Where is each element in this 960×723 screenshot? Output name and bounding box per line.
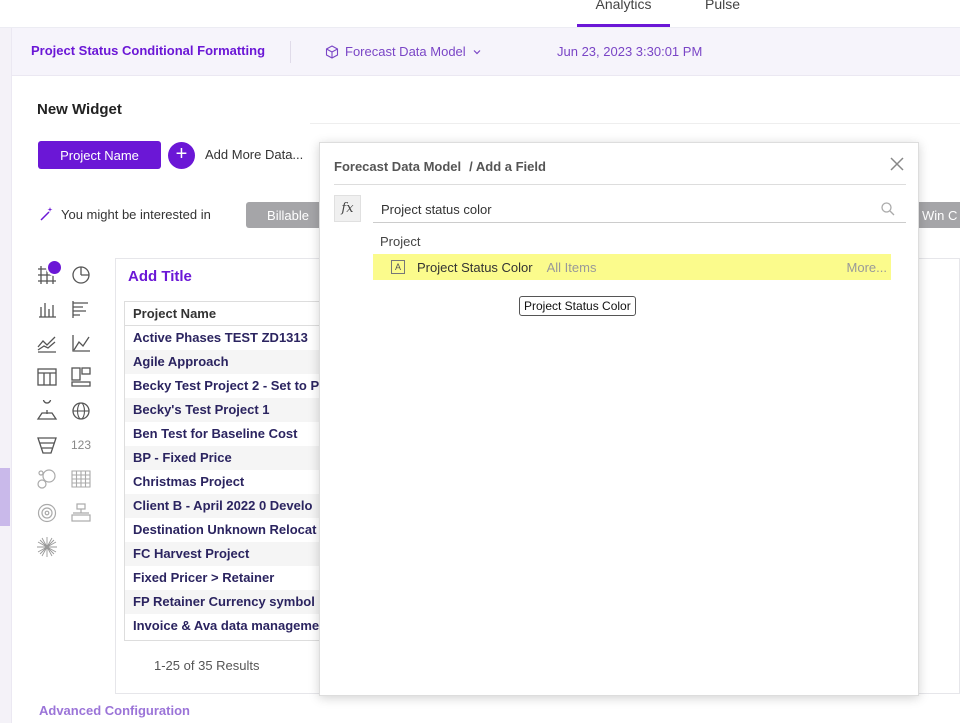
bar-chart-icon[interactable]: [68, 296, 94, 322]
search-icon: [881, 202, 895, 216]
chevron-down-icon: [473, 49, 481, 54]
heatmap-icon[interactable]: [68, 466, 94, 492]
table-row[interactable]: Client B - April 2022 0 Develo: [125, 494, 323, 518]
suggestions-label: You might be interested in: [38, 206, 211, 222]
cube-icon: [325, 44, 339, 59]
hierarchy-icon[interactable]: [68, 500, 94, 526]
area-chart-icon[interactable]: [68, 330, 94, 356]
top-navigation: Analytics Pulse: [0, 0, 960, 28]
data-model-selector[interactable]: Forecast Data Model: [325, 44, 482, 59]
dialog-model-name: Forecast Data Model: [334, 159, 462, 174]
column-chart-icon[interactable]: [34, 296, 60, 322]
add-more-data-link[interactable]: Add More Data...: [205, 147, 303, 162]
table-row[interactable]: Fixed Pricer > Retainer: [125, 566, 323, 590]
add-data-button[interactable]: +: [168, 142, 195, 169]
pie-chart-icon[interactable]: [68, 262, 94, 288]
add-field-dialog: Forecast Data Model / Add a Field fx Proj…: [319, 142, 919, 696]
funnel-icon[interactable]: [34, 432, 60, 458]
formula-button[interactable]: fx: [334, 195, 361, 222]
add-title-link[interactable]: Add Title: [128, 268, 192, 285]
table-row[interactable]: Agile Approach: [125, 350, 323, 374]
bubble-chart-icon[interactable]: [34, 466, 60, 492]
project-title[interactable]: Project Status Conditional Formatting: [31, 43, 265, 58]
divider: [310, 123, 960, 124]
field-result-item[interactable]: A Project Status Color All Items More...: [373, 254, 891, 280]
globe-icon[interactable]: [68, 398, 94, 424]
number-chart-icon[interactable]: 123: [68, 432, 94, 458]
field-scope: All Items: [546, 259, 597, 275]
field-name: Project Status Color: [417, 259, 533, 275]
kpi-card-icon[interactable]: [68, 364, 94, 390]
selected-indicator: [46, 259, 63, 276]
sidebar-handle[interactable]: [0, 468, 10, 526]
field-group-label: Project: [380, 234, 421, 249]
table-row[interactable]: Becky Test Project 2 - Set to Pl: [125, 374, 323, 398]
project-name-field-pill[interactable]: Project Name: [38, 141, 161, 169]
divider: [334, 184, 906, 185]
tab-analytics[interactable]: Analytics: [577, 0, 670, 27]
dialog-breadcrumb: / Add a Field: [469, 159, 546, 174]
suggestion-chip-billable[interactable]: Billable: [246, 202, 330, 228]
refresh-timestamp: Jun 23, 2023 3:30:01 PM: [557, 44, 703, 59]
table-row[interactable]: Becky's Test Project 1: [125, 398, 323, 422]
pivot-table-icon[interactable]: [34, 364, 60, 390]
table-row[interactable]: FP Retainer Currency symbol: [125, 590, 323, 614]
field-tooltip: Project Status Color: [519, 296, 636, 316]
suggestions-text: You might be interested in: [61, 206, 211, 222]
more-link[interactable]: More...: [847, 260, 887, 275]
map-pin-icon[interactable]: [34, 398, 60, 424]
table-row[interactable]: Invoice & Ava data manageme: [125, 614, 323, 638]
sunburst-icon[interactable]: [34, 534, 60, 560]
results-count: 1-25 of 35 Results: [154, 658, 260, 673]
data-table: Project Name Active Phases TEST ZD1313 A…: [124, 301, 324, 641]
field-search-input[interactable]: [373, 197, 906, 223]
data-model-label: Forecast Data Model: [345, 44, 466, 59]
text-field-icon: A: [391, 260, 405, 274]
table-row[interactable]: Ben Test for Baseline Cost: [125, 422, 323, 446]
context-bar: Project Status Conditional Formatting Fo…: [12, 28, 960, 76]
close-icon[interactable]: [888, 155, 906, 173]
column-header[interactable]: Project Name: [125, 302, 323, 326]
divider: [290, 41, 291, 63]
table-row[interactable]: BP - Fixed Price: [125, 446, 323, 470]
dialog-title: Forecast Data Model / Add a Field: [334, 159, 546, 174]
advanced-configuration-link[interactable]: Advanced Configuration: [39, 703, 190, 718]
table-row[interactable]: FC Harvest Project: [125, 542, 323, 566]
magic-wand-icon: [40, 207, 53, 221]
table-row[interactable]: Destination Unknown Relocat: [125, 518, 323, 542]
table-row[interactable]: Active Phases TEST ZD1313: [125, 326, 323, 350]
table-row[interactable]: Christmas Project: [125, 470, 323, 494]
left-collapsed-sidebar: [0, 28, 12, 723]
tab-pulse[interactable]: Pulse: [705, 0, 740, 12]
widget-title[interactable]: New Widget: [37, 101, 122, 118]
gauge-icon[interactable]: [34, 500, 60, 526]
line-chart-icon[interactable]: [34, 330, 60, 356]
